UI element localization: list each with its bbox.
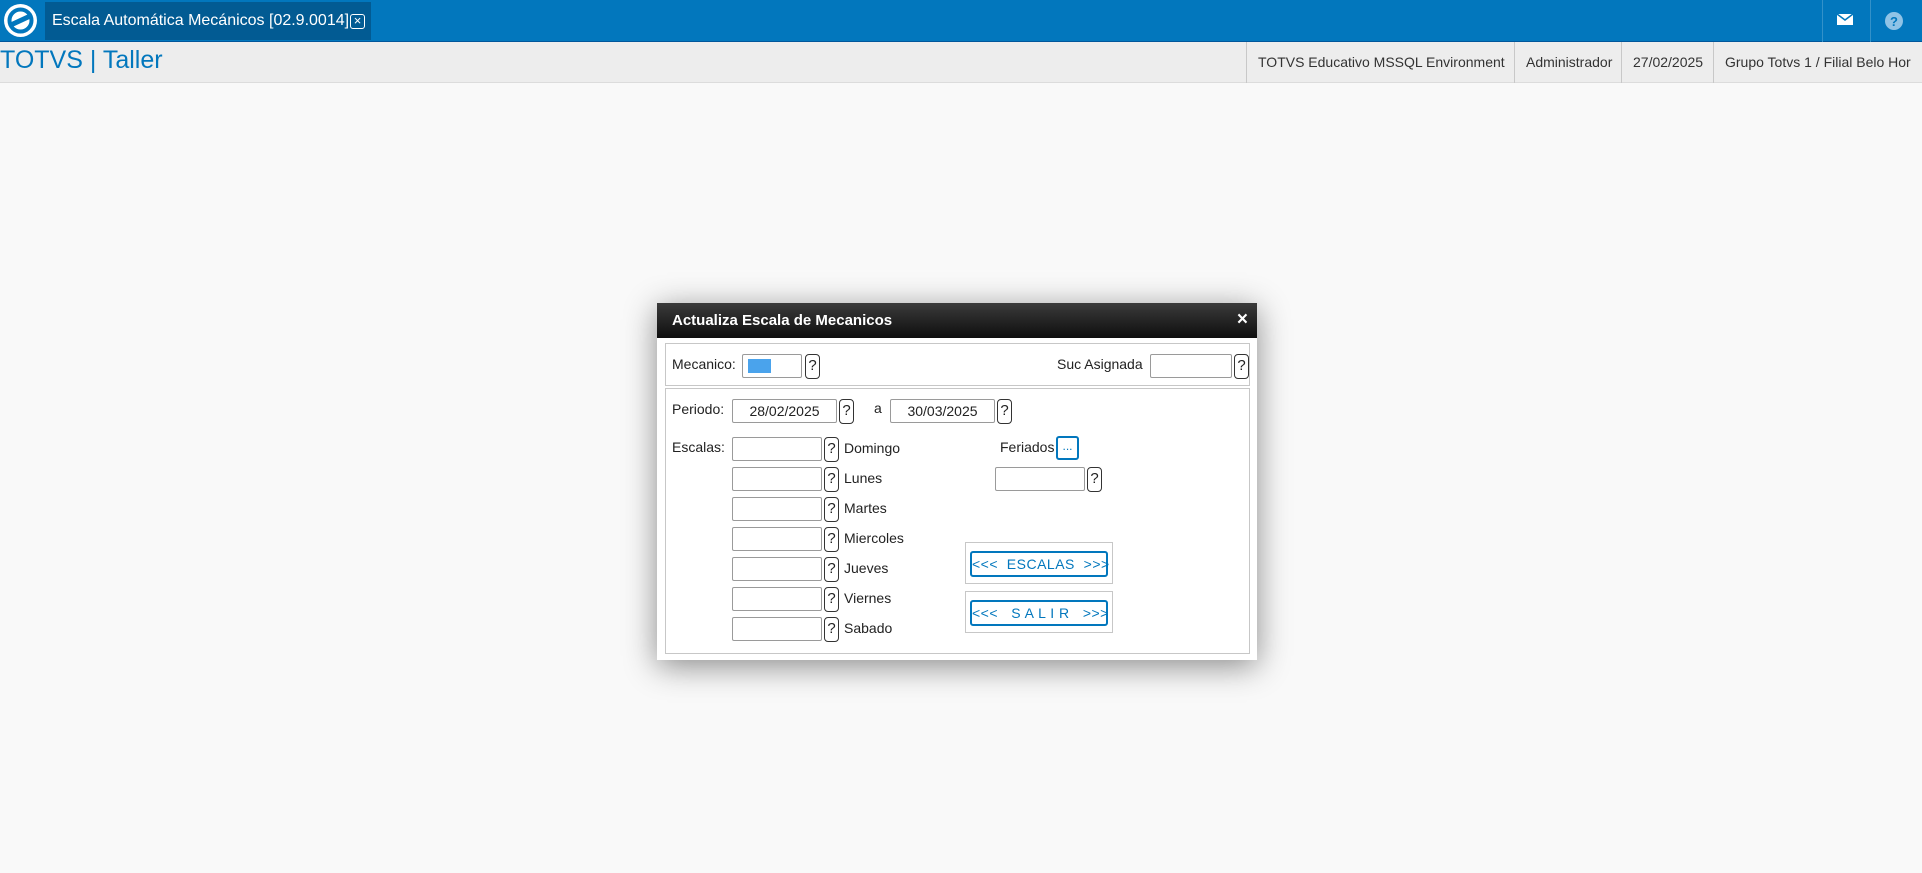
text-selection [748, 359, 771, 373]
mecanico-panel: Mecanico: ? Suc Asignada ? [665, 343, 1250, 386]
suc-asignada-help-button[interactable]: ? [1234, 354, 1249, 379]
periodo-to-input[interactable]: 30/03/2025 [890, 399, 995, 423]
martes-label: Martes [844, 500, 887, 516]
tab-title: Escala Automática Mecánicos [02.9.0014] [52, 12, 350, 29]
jueves-input[interactable] [732, 557, 822, 581]
domingo-input[interactable] [732, 437, 822, 461]
suc-asignada-input[interactable] [1150, 354, 1232, 378]
miercoles-input[interactable] [732, 527, 822, 551]
jueves-help-button[interactable]: ? [824, 557, 839, 582]
tab-escala-automatica[interactable]: Escala Automática Mecánicos [02.9.0014] … [45, 2, 371, 40]
dialog-title: Actualiza Escala de Mecanicos [672, 312, 893, 329]
miercoles-label: Miercoles [844, 530, 904, 546]
periodo-panel: Periodo: 28/02/2025 ? a 30/03/2025 ? Esc… [665, 388, 1250, 654]
periodo-separator: a [874, 400, 882, 416]
lunes-help-button[interactable]: ? [824, 467, 839, 492]
user-info[interactable]: Administrador [1514, 42, 1621, 83]
escalas-button[interactable]: <<< ESCALAS >>> [970, 551, 1109, 577]
top-bar: Escala Automática Mecánicos [02.9.0014] … [0, 0, 1922, 42]
svg-text:?: ? [1890, 14, 1898, 29]
sabado-input[interactable] [732, 617, 822, 641]
martes-help-button[interactable]: ? [824, 497, 839, 522]
feriados-input[interactable] [995, 467, 1085, 491]
domingo-label: Domingo [844, 440, 901, 456]
periodo-from-input[interactable]: 28/02/2025 [732, 399, 837, 423]
dialog-header: Actualiza Escala de Mecanicos × [657, 303, 1257, 338]
lunes-label: Lunes [844, 470, 883, 486]
totvs-logo-icon[interactable] [4, 4, 37, 37]
branch-info[interactable]: Grupo Totvs 1 / Filial Belo Hor [1713, 42, 1922, 83]
help-icon[interactable]: ? [1870, 0, 1915, 42]
viernes-label: Viernes [844, 590, 892, 606]
martes-input[interactable] [732, 497, 822, 521]
escala-dialog: Actualiza Escala de Mecanicos × Mecanico… [657, 303, 1257, 660]
environment-info[interactable]: TOTVS Educativo MSSQL Environment [1246, 42, 1514, 83]
mecanico-input[interactable] [742, 354, 802, 378]
domingo-help-button[interactable]: ? [824, 437, 839, 462]
salir-button[interactable]: <<< S A L I R >>> [970, 600, 1108, 626]
mail-icon[interactable] [1822, 0, 1867, 42]
periodo-to-help-button[interactable]: ? [997, 399, 1012, 424]
feriados-label: Feriados [1000, 439, 1055, 455]
feriados-help-button[interactable]: ? [1087, 467, 1102, 492]
periodo-label: Periodo: [672, 401, 725, 417]
feriados-browse-button[interactable]: ... [1056, 436, 1079, 460]
salir-button-frame: <<< S A L I R >>> [965, 591, 1113, 633]
escalas-label: Escalas: [672, 439, 725, 455]
periodo-from-help-button[interactable]: ? [839, 399, 854, 424]
close-icon[interactable]: × [350, 14, 365, 29]
escalas-button-frame: <<< ESCALAS >>> [965, 542, 1113, 584]
viernes-input[interactable] [732, 587, 822, 611]
mecanico-label: Mecanico: [672, 356, 736, 372]
sub-header: TOTVS | Taller TOTVS Educativo MSSQL Env… [0, 42, 1922, 83]
suc-asignada-label: Suc Asignada [1057, 356, 1143, 372]
sabado-help-button[interactable]: ? [824, 617, 839, 642]
miercoles-help-button[interactable]: ? [824, 527, 839, 552]
lunes-input[interactable] [732, 467, 822, 491]
jueves-label: Jueves [844, 560, 889, 576]
app-title: TOTVS | Taller [0, 46, 163, 74]
close-icon[interactable]: × [1237, 303, 1248, 337]
date-info[interactable]: 27/02/2025 [1621, 42, 1713, 83]
mecanico-help-button[interactable]: ? [805, 354, 820, 379]
viernes-help-button[interactable]: ? [824, 587, 839, 612]
sabado-label: Sabado [844, 620, 893, 636]
